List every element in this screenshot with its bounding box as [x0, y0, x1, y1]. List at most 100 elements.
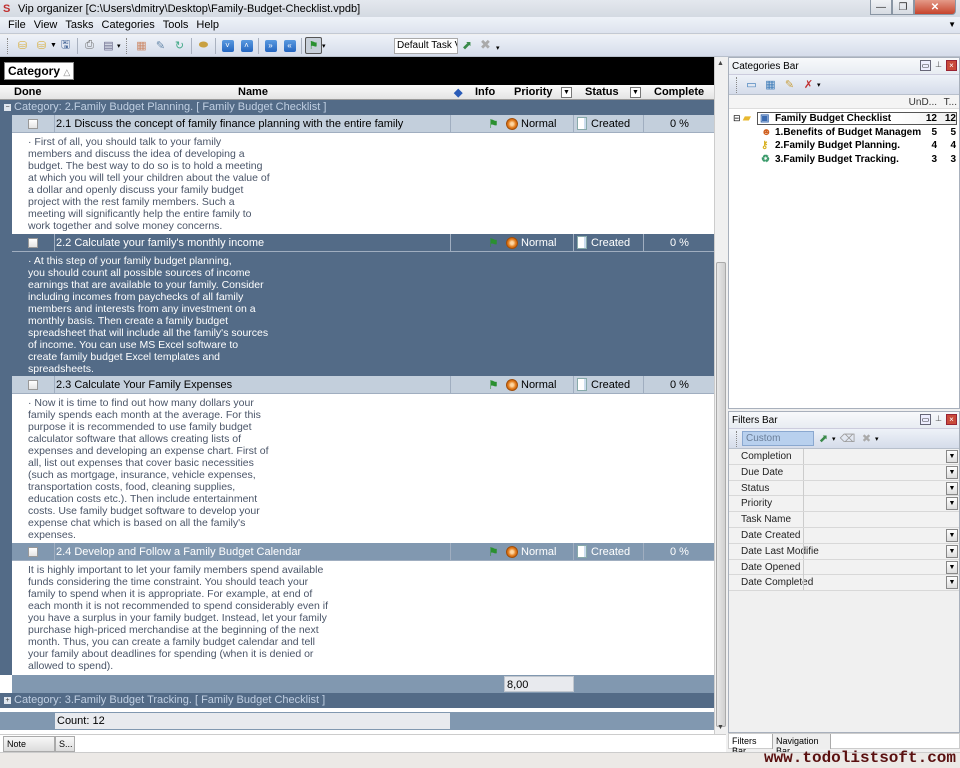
filter-preset-select[interactable]: Custom	[742, 431, 814, 446]
task-view-select[interactable]: Default Task V	[394, 38, 458, 54]
filter-value[interactable]	[803, 559, 959, 575]
col-info[interactable]: Info	[475, 86, 495, 100]
task-row[interactable]: 2.3 Calculate Your Family Expenses ⚑ Nor…	[12, 376, 714, 394]
tab-s[interactable]: S...	[55, 736, 75, 752]
dropdown-arrow-icon[interactable]: ▾	[832, 435, 838, 443]
edit-task-icon[interactable]: ✎	[152, 37, 169, 54]
delete-view-icon[interactable]: ✖	[480, 37, 491, 53]
menu-view[interactable]: View	[30, 19, 62, 31]
pin-icon[interactable]: ⊥	[933, 414, 944, 425]
dropdown-arrow-icon[interactable]: ▾	[322, 42, 328, 50]
filter-value[interactable]	[803, 480, 959, 496]
col-total[interactable]: T...	[944, 97, 957, 108]
filter-value[interactable]	[803, 512, 959, 528]
dropdown-arrow-icon[interactable]: ▾	[875, 435, 881, 443]
add-category-icon[interactable]: ▭	[743, 76, 760, 93]
status-filter-icon[interactable]: ▼	[630, 87, 641, 98]
tab-navigation-bar[interactable]: Navigation Bar	[773, 734, 831, 756]
filter-value[interactable]	[803, 527, 959, 543]
pin-icon[interactable]: ⊥	[933, 60, 944, 71]
panel-menu-icon[interactable]: ▭	[920, 60, 931, 71]
flag-icon[interactable]: ⚑	[305, 37, 322, 54]
panel-close-icon[interactable]: ×	[946, 60, 957, 71]
save-icon[interactable]: 🖫	[57, 37, 74, 54]
database-icon[interactable]: ⛁	[14, 37, 31, 54]
task-row[interactable]: 2.4 Develop and Follow a Family Budget C…	[12, 543, 714, 561]
collapse-icon[interactable]: −	[4, 104, 11, 111]
col-undone[interactable]: UnD...	[909, 97, 937, 108]
filter-value[interactable]	[803, 575, 959, 591]
filter-value[interactable]	[803, 496, 959, 512]
filter-row[interactable]: Date Created ▼	[729, 527, 959, 544]
dropdown-arrow-icon[interactable]: ▼	[50, 42, 57, 49]
filter-row[interactable]: Date Completed ▼	[729, 575, 959, 592]
group-chip-category[interactable]: Category △	[4, 62, 75, 80]
dropdown-arrow-icon[interactable]: ▾	[817, 81, 823, 89]
minimize-button[interactable]: —	[870, 0, 892, 15]
tree-item-root[interactable]: ⊟ ▰ ▣ Family Budget Checklist 12 12	[729, 112, 959, 126]
category-group-row[interactable]: + Category: 3.Family Budget Tracking. [ …	[0, 693, 714, 708]
panel-menu-icon[interactable]: ▭	[920, 414, 931, 425]
tab-note[interactable]: Note	[3, 736, 55, 752]
tree-item-category[interactable]: ♻ 3.Family Budget Tracking. 3 3	[729, 153, 959, 167]
chevron-down-icon[interactable]: ▼	[946, 528, 958, 542]
menu-file[interactable]: File	[4, 19, 30, 31]
menu-tools[interactable]: Tools	[159, 19, 193, 31]
col-status[interactable]: Status	[585, 86, 619, 100]
print-preview-icon[interactable]: ▤	[100, 37, 117, 54]
add-subcategory-icon[interactable]: ▦	[762, 76, 779, 93]
new-task-icon[interactable]: ▦	[133, 37, 150, 54]
filter-row[interactable]: Completion ▼	[729, 449, 959, 465]
move-up-icon[interactable]: ˄	[238, 37, 255, 54]
dropdown-arrow-icon[interactable]: ▾	[117, 42, 123, 50]
done-checkbox[interactable]	[28, 119, 38, 129]
tree-collapse-icon[interactable]: ⊟	[733, 113, 741, 124]
delete-category-icon[interactable]: ✗	[800, 76, 817, 93]
col-done[interactable]: Done	[14, 86, 42, 100]
menu-overflow-icon[interactable]: ▼	[948, 20, 956, 29]
handshake-icon[interactable]: ⬬	[195, 37, 212, 54]
apply-view-icon[interactable]: ⬈	[462, 38, 472, 52]
done-checkbox[interactable]	[28, 380, 38, 390]
category-group-row[interactable]: − Category: 2.Family Budget Planning. [ …	[0, 100, 714, 115]
collapse-all-icon[interactable]: «	[281, 37, 298, 54]
filter-value[interactable]	[803, 543, 959, 559]
filter-row[interactable]: Due Date ▼	[729, 464, 959, 481]
priority-filter-icon[interactable]: ▼	[561, 87, 572, 98]
close-button[interactable]: ✕	[914, 0, 956, 15]
move-down-icon[interactable]: ˅	[219, 37, 236, 54]
toolbar-grip[interactable]	[7, 37, 10, 54]
menu-categories[interactable]: Categories	[98, 19, 159, 31]
recurring-icon[interactable]: ↻	[171, 37, 188, 54]
scrollbar-thumb[interactable]	[716, 262, 726, 727]
menu-tasks[interactable]: Tasks	[61, 19, 97, 31]
apply-filter-icon[interactable]: ⬈	[815, 430, 832, 447]
task-row[interactable]: 2.1 Discuss the concept of family financ…	[12, 115, 714, 133]
expand-icon[interactable]: +	[4, 697, 11, 704]
chevron-down-icon[interactable]: ▼	[946, 481, 958, 495]
done-checkbox[interactable]	[28, 547, 38, 557]
chevron-down-icon[interactable]: ▼	[946, 560, 958, 574]
tree-item-category[interactable]: ☻ 1.Benefits of Budget Managem 5 5	[729, 126, 959, 140]
clear-filter-icon[interactable]: ✖	[858, 430, 875, 447]
filter-row[interactable]: Status ▼	[729, 480, 959, 497]
panel-close-icon[interactable]: ×	[946, 414, 957, 425]
expand-all-icon[interactable]: »	[262, 37, 279, 54]
filter-row[interactable]: Priority ▼	[729, 496, 959, 513]
chevron-down-icon[interactable]: ▼	[946, 450, 958, 463]
filter-value[interactable]	[803, 464, 959, 480]
chevron-down-icon[interactable]: ▼	[946, 465, 958, 479]
tree-item-category[interactable]: ⚷ 2.Family Budget Planning. 4 4	[729, 139, 959, 153]
chevron-down-icon[interactable]: ▼	[946, 544, 958, 558]
filter-row[interactable]: Date Opened ▼	[729, 559, 959, 576]
col-name[interactable]: Name	[238, 86, 268, 100]
task-row[interactable]: 2.2 Calculate your family's monthly inco…	[12, 234, 714, 252]
scroll-down-icon[interactable]: ▼	[717, 724, 724, 731]
restore-button[interactable]: ❐	[892, 0, 914, 15]
filter-row[interactable]: Date Last Modifie ▼	[729, 543, 959, 560]
filter-row[interactable]: Task Name	[729, 512, 959, 528]
chevron-down-icon[interactable]: ▼	[946, 497, 958, 511]
tab-filters-bar[interactable]: Filters Bar	[729, 734, 773, 756]
chevron-down-icon[interactable]: ▼	[946, 576, 958, 590]
done-checkbox[interactable]	[28, 238, 38, 248]
